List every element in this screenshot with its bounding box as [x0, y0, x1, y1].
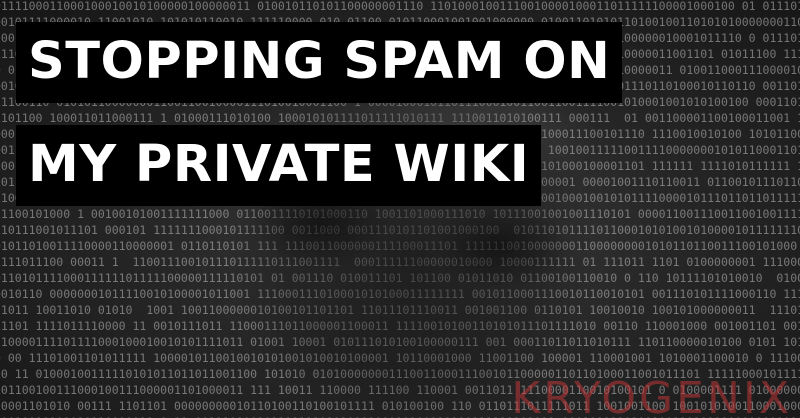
title-line-1: STOPPING SPAM ON [16, 22, 623, 103]
title-line-2: MY PRIVATE WIKI [16, 125, 542, 206]
banner-image: 0111100011000100010010100000100000011 01… [0, 0, 800, 418]
watermark: KRYOGENIX [511, 373, 792, 418]
